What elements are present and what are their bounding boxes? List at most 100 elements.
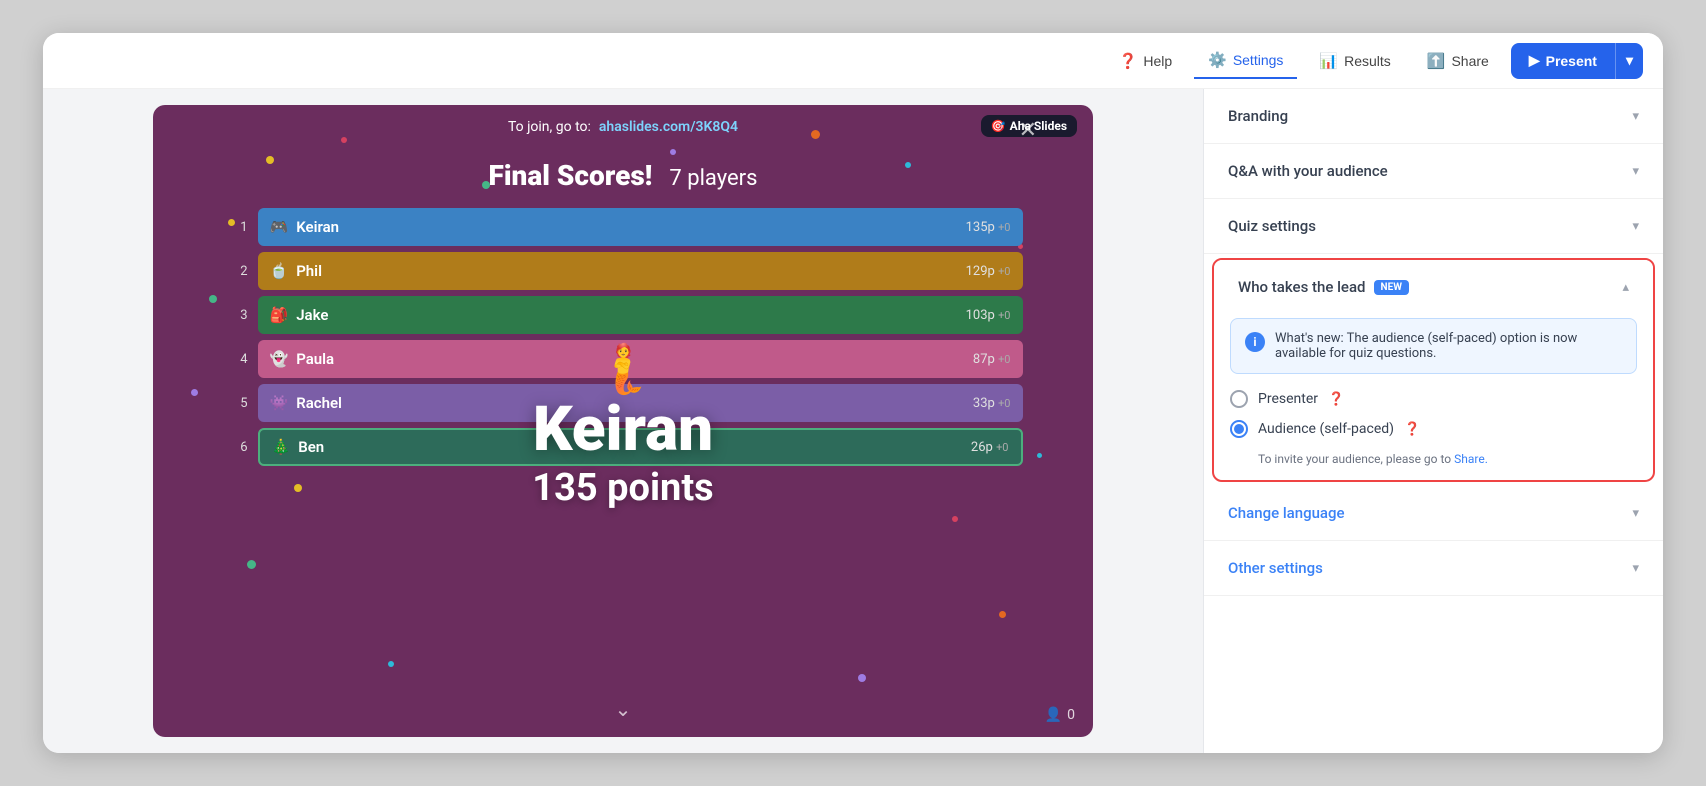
share-button[interactable]: ⬆️ Share xyxy=(1413,44,1503,78)
results-button[interactable]: 📊 Results xyxy=(1305,44,1404,78)
leaderboard-row: 6 🎄 Ben 26p +0 xyxy=(224,428,1023,466)
branding-section: Branding ▾ xyxy=(1204,89,1663,144)
winner-points: 135 points xyxy=(532,466,713,510)
play-icon: ▶ xyxy=(1529,52,1540,69)
results-icon: 📊 xyxy=(1319,52,1338,70)
who-lead-section: Who takes the lead NEW ▴ i What's new: T… xyxy=(1212,258,1655,482)
main-container: ❓ Help ⚙️ Settings 📊 Results ⬆️ Share ▶ … xyxy=(43,33,1663,753)
qa-header[interactable]: Q&A with your audience ▾ xyxy=(1204,144,1663,198)
invite-text: To invite your audience, please go to xyxy=(1258,452,1451,466)
chevron-down-icon[interactable]: ⌄ xyxy=(615,697,632,721)
lb-emoji: 🎒 xyxy=(270,306,289,324)
join-url: ahaslides.com/3K8Q4 xyxy=(599,119,738,135)
join-bar: To join, go to: ahaslides.com/3K8Q4 xyxy=(508,119,738,135)
audience-count-value: 0 xyxy=(1067,707,1075,723)
lb-name: Jake xyxy=(296,306,328,324)
share-icon: ⬆️ xyxy=(1427,52,1446,70)
info-icon: i xyxy=(1245,332,1265,352)
present-dropdown-arrow[interactable]: ▾ xyxy=(1616,43,1643,78)
right-panel: Branding ▾ Q&A with your audience ▾ Quiz… xyxy=(1203,89,1663,753)
audience-radio[interactable] xyxy=(1230,420,1248,438)
results-label: Results xyxy=(1344,53,1391,69)
present-button[interactable]: ▶ Present ▾ xyxy=(1511,43,1643,79)
lb-name: Paula xyxy=(296,350,334,368)
lb-score: 103p +0 xyxy=(966,308,1011,323)
audience-label: Audience (self-paced) xyxy=(1258,421,1394,437)
presenter-radio[interactable] xyxy=(1230,390,1248,408)
lb-emoji: 👻 xyxy=(270,350,289,368)
info-text: What's new: The audience (self-paced) op… xyxy=(1275,331,1622,361)
who-lead-header[interactable]: Who takes the lead NEW ▴ xyxy=(1214,260,1653,314)
qa-section: Q&A with your audience ▾ xyxy=(1204,144,1663,199)
presenter-help-icon[interactable]: ❓ xyxy=(1328,392,1344,407)
close-button[interactable]: ✕ xyxy=(1019,117,1037,143)
slide-title: Final Scores! 7 players xyxy=(489,159,758,192)
help-icon: ❓ xyxy=(1119,52,1138,70)
leaderboard-row: 3 🎒 Jake 103p +0 xyxy=(224,296,1023,334)
content-area: To join, go to: ahaslides.com/3K8Q4 🎯 Ah… xyxy=(43,89,1663,753)
help-label: Help xyxy=(1143,53,1172,69)
settings-label: Settings xyxy=(1233,52,1284,68)
quiz-label: Quiz settings xyxy=(1228,217,1316,235)
info-box: i What's new: The audience (self-paced) … xyxy=(1230,318,1637,374)
lb-bar: 🎒 Jake 103p +0 xyxy=(258,296,1023,334)
lb-rank: 5 xyxy=(224,396,248,411)
lb-bar: 👻 Paula 87p +0 xyxy=(258,340,1023,378)
who-lead-header-inner: Who takes the lead NEW xyxy=(1238,278,1409,296)
lb-rank: 2 xyxy=(224,264,248,279)
lb-rank: 1 xyxy=(224,220,248,235)
change-lang-header[interactable]: Change language ▾ xyxy=(1204,486,1663,540)
leaderboard: 1 🎮 Keiran 135p +0 2 🍵 Phil 129p +0 3 🎒 … xyxy=(224,208,1023,466)
audience-count: 👤 0 xyxy=(1045,707,1075,723)
lb-score: 26p +0 xyxy=(971,440,1009,455)
leaderboard-row: 4 👻 Paula 87p +0 xyxy=(224,340,1023,378)
quiz-section: Quiz settings ▾ xyxy=(1204,199,1663,254)
settings-icon: ⚙️ xyxy=(1208,51,1227,69)
lb-score: 87p +0 xyxy=(973,352,1011,367)
settings-button[interactable]: ⚙️ Settings xyxy=(1194,43,1297,79)
lb-score: 129p +0 xyxy=(966,264,1011,279)
lb-name: Rachel xyxy=(296,394,342,412)
new-badge: NEW xyxy=(1374,280,1409,295)
audience-option[interactable]: Audience (self-paced) ❓ xyxy=(1230,420,1637,438)
lb-rank: 4 xyxy=(224,352,248,367)
branding-label: Branding xyxy=(1228,107,1288,125)
lb-rank: 3 xyxy=(224,308,248,323)
change-lang-section: Change language ▾ xyxy=(1204,486,1663,541)
lb-score: 33p +0 xyxy=(973,396,1011,411)
radio-options: Presenter ❓ Audience (self-paced) ❓ xyxy=(1214,386,1653,452)
who-lead-label: Who takes the lead xyxy=(1238,278,1366,296)
quiz-header[interactable]: Quiz settings ▾ xyxy=(1204,199,1663,253)
lb-emoji: 🎮 xyxy=(270,218,289,236)
qa-chevron: ▾ xyxy=(1632,164,1639,179)
left-panel: To join, go to: ahaslides.com/3K8Q4 🎯 Ah… xyxy=(43,89,1203,753)
qa-label: Q&A with your audience xyxy=(1228,162,1388,180)
leaderboard-row: 1 🎮 Keiran 135p +0 xyxy=(224,208,1023,246)
invite-link[interactable]: Share. xyxy=(1454,452,1488,466)
share-label: Share xyxy=(1451,53,1488,69)
final-scores-text: Final Scores! xyxy=(489,159,653,192)
audience-radio-inner xyxy=(1234,424,1244,434)
lb-emoji: 🎄 xyxy=(272,438,291,456)
branding-chevron: ▾ xyxy=(1632,109,1639,124)
branding-header[interactable]: Branding ▾ xyxy=(1204,89,1663,143)
presenter-label: Presenter xyxy=(1258,391,1318,407)
lb-bar: 🎮 Keiran 135p +0 xyxy=(258,208,1023,246)
leaderboard-row: 2 🍵 Phil 129p +0 xyxy=(224,252,1023,290)
other-settings-chevron: ▾ xyxy=(1632,561,1639,576)
lb-name: Phil xyxy=(296,262,322,280)
lb-name: Keiran xyxy=(296,218,339,236)
lb-bar: 👾 Rachel 33p +0 xyxy=(258,384,1023,422)
present-label: Present xyxy=(1546,53,1597,69)
lb-emoji: 🍵 xyxy=(270,262,289,280)
help-button[interactable]: ❓ Help xyxy=(1105,44,1186,78)
presenter-option[interactable]: Presenter ❓ xyxy=(1230,390,1637,408)
other-settings-header[interactable]: Other settings ▾ xyxy=(1204,541,1663,595)
change-lang-label: Change language xyxy=(1228,504,1345,522)
lb-emoji: 👾 xyxy=(270,394,289,412)
leaderboard-row: 5 👾 Rachel 33p +0 xyxy=(224,384,1023,422)
lb-bar: 🍵 Phil 129p +0 xyxy=(258,252,1023,290)
slide-container: To join, go to: ahaslides.com/3K8Q4 🎯 Ah… xyxy=(153,105,1093,737)
audience-help-icon[interactable]: ❓ xyxy=(1404,422,1420,437)
lb-rank: 6 xyxy=(224,440,248,455)
